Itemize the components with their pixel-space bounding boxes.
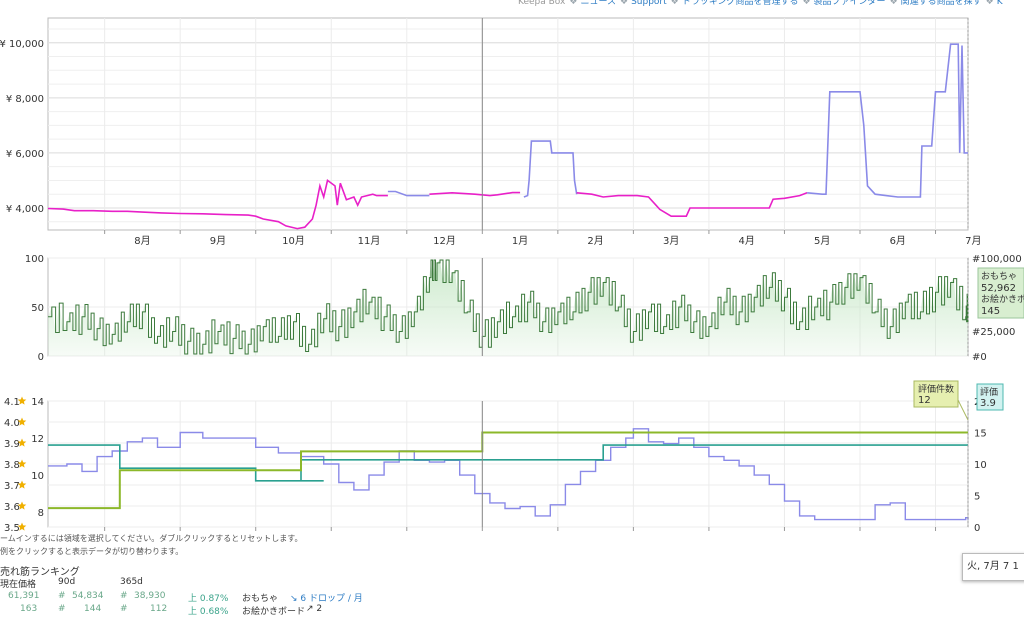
drop-arrow-icon: ↘ (290, 594, 301, 604)
rank-row-1-trend: 上 0.87% (188, 594, 229, 604)
price-plot-area (47, 17, 969, 231)
month-tick-label: 3月 (663, 235, 679, 247)
rating-left-tick-label: 3.7 (4, 481, 20, 492)
month-tick-label: 8月 (134, 235, 150, 247)
ratings-right-tick-label: 5 (974, 492, 980, 503)
rank-left-tick-label: 0 (38, 352, 44, 363)
ranking-header-90d: 90d (58, 577, 76, 587)
rating-left-tick-label: 3.9 (4, 439, 20, 450)
review-count-legend: 評価件数12 (913, 380, 959, 408)
month-tick-label: 2月 (587, 235, 603, 247)
month-tick-label: 12月 (433, 235, 456, 247)
month-tick-label: 5月 (814, 235, 830, 247)
date-tooltip: 火, 7月 7 1 (962, 553, 1024, 581)
rank-row-1-365d-prefix: # (120, 591, 128, 601)
rank-right-tick-label: #100,000 (972, 254, 1022, 265)
rating-left-tick-label: 4.1 (4, 397, 20, 408)
rating-left-tick-label: 4.0 (4, 418, 20, 429)
month-tick-label: 6月 (890, 235, 906, 247)
month-tick-label: 4月 (738, 235, 754, 247)
ranking-header-365d: 365d (120, 577, 143, 587)
rank-left-tick-label: 50 (31, 303, 44, 314)
ratings-panel[interactable]: 3.53.63.73.83.94.04.1810121405101520 (4, 396, 987, 535)
rank-row-1-current: 61,391 (8, 591, 40, 601)
rank-row-2-trend: 上 0.68% (188, 607, 229, 617)
price-y-tick-label: ¥ 4,000 (6, 204, 44, 215)
rank-row-1-drops-text: 6 ドロップ / 月 (300, 594, 363, 604)
ratings-right-tick-label: 15 (974, 429, 987, 440)
price-history-chart[interactable]: ¥ 4,000 ¥ 6,000 ¥ 8,000 ¥ 10,000 8月 9月 10月 11月 1… (0, 0, 1024, 613)
ratings-inner-tick-label: 8 (38, 508, 44, 519)
month-tick-label: 9月 (210, 235, 226, 247)
rank-legend-name-2: お絵かきボード (981, 293, 1024, 305)
price-y-tick-label: ¥ 6,000 (6, 149, 44, 160)
rating-left-tick-label: 3.8 (4, 460, 20, 471)
rank-row-1-90d-prefix: # (58, 591, 66, 601)
rating-legend: 評価3.9 (976, 383, 1004, 411)
rating-legend-value: 3.9 (980, 398, 996, 409)
ranking-header-current: 現在価格 (0, 580, 37, 590)
ranking-title: 売れ筋ランキング (0, 567, 80, 578)
rating-left-tick-label: 3.6 (4, 502, 20, 513)
ratings-inner-tick-label: 10 (31, 471, 44, 482)
rank-left-tick-label: 100 (25, 254, 44, 265)
price-y-tick-label: ¥ 10,000 (0, 39, 44, 50)
price-panel[interactable]: ¥ 4,000 ¥ 6,000 ¥ 8,000 ¥ 10,000 8月 9月 10月 11月 1… (0, 17, 981, 247)
month-tick-label: 10月 (282, 235, 305, 247)
review-count-legend-value: 12 (918, 395, 931, 406)
rank-row-1-drops: ↘ 6 ドロップ / 月 (290, 591, 363, 604)
month-tick-label: 7月 (965, 235, 981, 247)
month-tick-label: 11月 (358, 235, 381, 247)
legend-hint: 例をクリックすると表示データが切り替わります。 (0, 547, 184, 556)
ratings-right-tick-label: 10 (974, 460, 987, 471)
review-count-legend-name: 評価件数 (918, 383, 954, 395)
ratings-right-tick-label: 0 (974, 523, 980, 534)
price-y-tick-label: ¥ 8,000 (6, 94, 44, 105)
month-tick-label: 1月 (512, 235, 528, 247)
ratings-inner-tick-label: 12 (31, 434, 44, 445)
rank-row-1-90d: 54,834 (72, 591, 104, 601)
rating-legend-name: 評価 (980, 386, 998, 398)
rank-row-1-category[interactable]: おもちゃ (242, 591, 278, 604)
sales-rank-panel[interactable]: 0 50 100 #0 #25,000 #100,000 おもちゃ52,962お絵かきボード… (25, 254, 1024, 363)
rank-right-tick-label: #25,000 (972, 327, 1015, 338)
rank-legend-value-2: 145 (981, 306, 1000, 317)
rank-row-2-category[interactable]: お絵かきボード (242, 604, 305, 617)
rank-legend-box: おもちゃ52,962お絵かきボード145 (977, 267, 1024, 319)
rank-row-1-365d: 38,930 (134, 591, 166, 601)
rank-legend-value-1: 52,962 (981, 283, 1016, 294)
rank-right-tick-label: #0 (972, 352, 987, 363)
ratings-inner-tick-label: 14 (31, 397, 44, 408)
rank-legend-name-1: おもちゃ (981, 271, 1017, 282)
zoom-hint: ームインするには領域を選択してください。ダブルクリックするとリセットします。 (0, 534, 303, 543)
